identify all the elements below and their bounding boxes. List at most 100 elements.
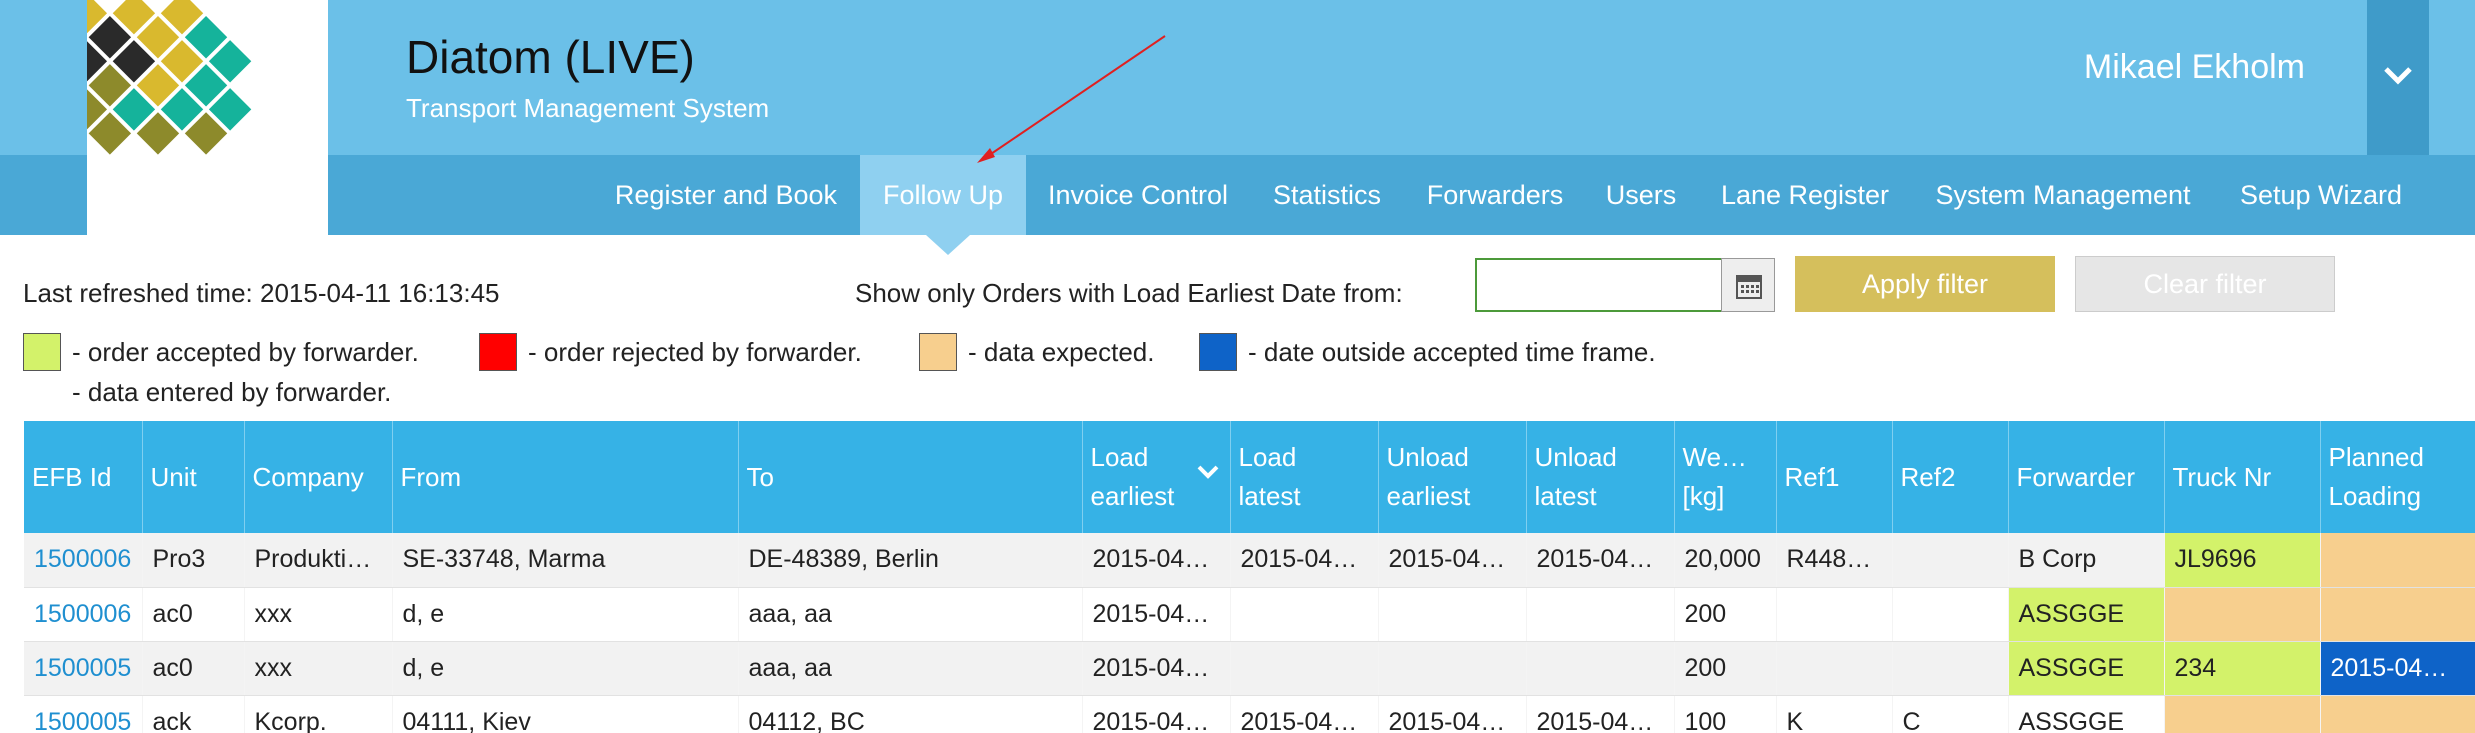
nav-statistics[interactable]: Statistics [1262, 155, 1392, 235]
user-menu-button[interactable] [2367, 0, 2429, 155]
last-refreshed-text: Last refreshed time: 2015-04-11 16:13:45 [23, 278, 500, 308]
cell-load-latest [1230, 587, 1379, 642]
col-truck-nr[interactable]: Truck Nr [2164, 421, 2321, 533]
cell-ref1 [1776, 587, 1893, 642]
cell-weight: 200 [1674, 587, 1777, 642]
cell-to: DE-48389, Berlin [738, 533, 1083, 588]
user-name[interactable]: Mikael Ekholm [2084, 48, 2305, 87]
legend-rejected: - order rejected by forwarder. [528, 337, 862, 367]
col-forwarder[interactable]: Forwarder [2008, 421, 2165, 533]
legend-swatch-outside [1199, 333, 1237, 371]
legend-swatch-expected [919, 333, 957, 371]
cell-planned-loading[interactable]: 2015-04… [2320, 641, 2475, 696]
cell-load-earliest: 2015-04… [1082, 587, 1231, 642]
nav-system-management[interactable]: System Management [1926, 155, 2200, 235]
cell-forwarder: ASSGGE [2008, 695, 2165, 733]
load-earliest-date-input[interactable] [1475, 258, 1723, 312]
nav-users[interactable]: Users [1596, 155, 1686, 235]
col-planned-loading[interactable]: Planned Loading [2320, 421, 2475, 533]
cell-unit: ac0 [142, 641, 245, 696]
legend-accepted: - order accepted by forwarder. [72, 337, 419, 367]
nav-register-and-book[interactable]: Register and Book [594, 155, 858, 235]
efb-id-link[interactable]: 1500005 [34, 654, 131, 682]
calendar-button[interactable] [1721, 258, 1775, 312]
nav-setup-wizard[interactable]: Setup Wizard [2226, 155, 2416, 235]
orders-table: EFB Id Unit Company From To Load earliest… [24, 421, 2475, 733]
apply-filter-button[interactable]: Apply filter [1795, 256, 2055, 312]
cell-ref2: C [1892, 695, 2009, 733]
col-load-latest[interactable]: Load latest [1230, 421, 1379, 533]
cell-ref2 [1892, 587, 2009, 642]
cell-unload-latest: 2015-04… [1526, 695, 1675, 733]
cell-from: SE-33748, Marma [392, 533, 739, 588]
cell-weight: 200 [1674, 641, 1777, 696]
cell-forwarder: B Corp [2008, 533, 2165, 588]
col-load-earliest[interactable]: Load earliest [1082, 421, 1231, 533]
nav-forwarders[interactable]: Forwarders [1414, 155, 1576, 235]
col-efb-id[interactable]: EFB Id [24, 421, 143, 533]
cell-ref1: K [1776, 695, 1893, 733]
active-nav-caret [926, 235, 970, 255]
cell-unload-earliest: 2015-04… [1378, 695, 1527, 733]
table-row[interactable]: 1500006 ac0 xxx d, e aaa, aa 2015-04… 20… [24, 587, 2475, 642]
calendar-icon [1736, 275, 1762, 299]
legend-swatch-rejected [479, 333, 517, 371]
cell-company: Produkti… [244, 533, 393, 588]
col-from[interactable]: From [392, 421, 739, 533]
cell-load-earliest: 2015-04… [1082, 533, 1231, 588]
cell-weight: 100 [1674, 695, 1777, 733]
legend-expected: - data expected. [968, 337, 1155, 367]
efb-id-link[interactable]: 1500006 [34, 600, 131, 628]
cell-forwarder: ASSGGE [2008, 587, 2165, 642]
cell-truck-nr[interactable] [2164, 587, 2321, 642]
cell-weight: 20,000 [1674, 533, 1777, 588]
cell-load-earliest: 2015-04… [1082, 695, 1231, 733]
cell-forwarder: ASSGGE [2008, 641, 2165, 696]
cell-truck-nr[interactable] [2164, 695, 2321, 733]
legend-entered: - data entered by forwarder. [72, 377, 392, 407]
cell-unit: ack [142, 695, 245, 733]
cell-to: 04112, BC [738, 695, 1083, 733]
cell-unload-latest [1526, 587, 1675, 642]
col-to[interactable]: To [738, 421, 1083, 533]
col-weight[interactable]: We… [kg] [1674, 421, 1777, 533]
cell-company: xxx [244, 641, 393, 696]
chevron-down-icon [2384, 67, 2412, 85]
nav-invoice-control[interactable]: Invoice Control [1030, 155, 1246, 235]
col-unload-earliest[interactable]: Unload earliest [1378, 421, 1527, 533]
col-ref2[interactable]: Ref2 [1892, 421, 2009, 533]
table-row[interactable]: 1500005 ac0 xxx d, e aaa, aa 2015-04… 20… [24, 641, 2475, 696]
cell-unload-latest: 2015-04… [1526, 533, 1675, 588]
cell-unload-earliest [1378, 641, 1527, 696]
cell-load-latest: 2015-04… [1230, 533, 1379, 588]
nav-lane-register[interactable]: Lane Register [1712, 155, 1898, 235]
efb-id-link[interactable]: 1500006 [34, 545, 131, 573]
cell-unload-earliest: 2015-04… [1378, 533, 1527, 588]
cell-ref2 [1892, 533, 2009, 588]
cell-company: xxx [244, 587, 393, 642]
col-unit[interactable]: Unit [142, 421, 245, 533]
cell-from: d, e [392, 587, 739, 642]
efb-id-link[interactable]: 1500005 [34, 708, 131, 733]
cell-ref1: R448… [1776, 533, 1893, 588]
table-row[interactable]: 1500006 Pro3 Produkti… SE-33748, Marma D… [24, 533, 2475, 588]
col-ref1[interactable]: Ref1 [1776, 421, 1893, 533]
table-row[interactable]: 1500005 ack Kcorp. 04111, Kiev 04112, BC… [24, 695, 2475, 733]
cell-ref1 [1776, 641, 1893, 696]
table-header-row: EFB Id Unit Company From To Load earliest… [24, 421, 2475, 533]
nav-follow-up[interactable]: Follow Up [860, 155, 1026, 235]
cell-planned-loading[interactable] [2320, 587, 2475, 642]
cell-truck-nr[interactable]: JL9696 [2164, 533, 2321, 588]
clear-filter-button[interactable]: Clear filter [2075, 256, 2335, 312]
cell-truck-nr[interactable]: 234 [2164, 641, 2321, 696]
cell-unit: ac0 [142, 587, 245, 642]
legend-swatch-accepted [23, 333, 61, 371]
col-company[interactable]: Company [244, 421, 393, 533]
legend-outside: - date outside accepted time frame. [1248, 337, 1656, 367]
cell-load-earliest: 2015-04… [1082, 641, 1231, 696]
cell-planned-loading[interactable] [2320, 695, 2475, 733]
cell-from: 04111, Kiev [392, 695, 739, 733]
col-unload-latest[interactable]: Unload latest [1526, 421, 1675, 533]
cell-planned-loading[interactable] [2320, 533, 2475, 588]
cell-to: aaa, aa [738, 641, 1083, 696]
